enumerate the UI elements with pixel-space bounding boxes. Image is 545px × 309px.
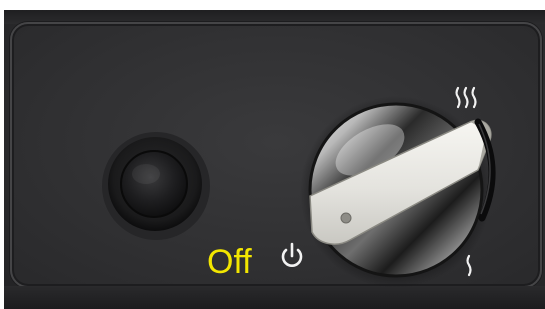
power-state-label: Off — [207, 243, 252, 281]
power-icon — [281, 242, 303, 267]
controls-layer — [102, 86, 496, 288]
push-button[interactable] — [102, 132, 210, 240]
rotary-knob[interactable] — [300, 96, 492, 288]
push-button-highlight — [132, 164, 160, 184]
push-button-cap — [120, 150, 188, 218]
heat-high-icon — [455, 86, 477, 109]
knob-pointer-dot — [340, 212, 352, 224]
heat-low-icon — [466, 254, 472, 277]
heater-control-panel: Off — [0, 0, 545, 309]
